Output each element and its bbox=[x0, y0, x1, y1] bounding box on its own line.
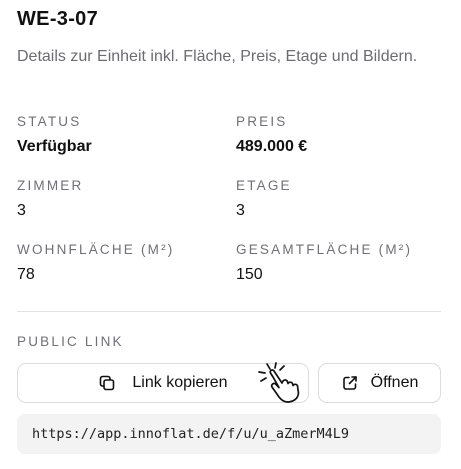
floor-value: 3 bbox=[236, 202, 245, 219]
section-divider bbox=[17, 311, 441, 312]
rooms-field: ZIMMER 3 bbox=[17, 178, 83, 220]
living-area-value: 78 bbox=[17, 266, 35, 283]
floor-field: ETAGE 3 bbox=[236, 178, 292, 220]
living-area-field: WOHNFLÄCHE (M²) 78 bbox=[17, 242, 175, 284]
unit-description: Details zur Einheit inkl. Fläche, Preis,… bbox=[17, 48, 418, 65]
unit-details-panel: WE-3-07 Details zur Einheit inkl. Fläche… bbox=[0, 0, 461, 469]
total-area-value: 150 bbox=[236, 266, 263, 283]
status-field: STATUS Verfügbar bbox=[17, 114, 92, 156]
open-link-button[interactable]: Öffnen bbox=[318, 363, 441, 403]
public-url-field[interactable]: https://app.innoflat.de/f/u/u_aZmerM4L9 bbox=[17, 414, 441, 454]
status-label: STATUS bbox=[17, 114, 82, 129]
total-area-label: GESAMTFLÄCHE (M²) bbox=[236, 242, 413, 257]
public-url-text: https://app.innoflat.de/f/u/u_aZmerM4L9 bbox=[32, 426, 349, 442]
copy-link-label: Link kopieren bbox=[132, 374, 228, 391]
unit-title: WE-3-07 bbox=[17, 8, 99, 30]
open-link-label: Öffnen bbox=[370, 374, 419, 391]
price-value: 489.000 € bbox=[236, 138, 308, 155]
price-label: PREIS bbox=[236, 114, 288, 129]
hand-pointer-click-icon bbox=[256, 360, 302, 404]
status-value: Verfügbar bbox=[17, 138, 92, 155]
public-link-label: PUBLIC LINK bbox=[17, 334, 124, 349]
rooms-label: ZIMMER bbox=[17, 178, 84, 193]
rooms-value: 3 bbox=[17, 202, 26, 219]
floor-label: ETAGE bbox=[236, 178, 292, 193]
copy-icon bbox=[98, 374, 116, 392]
living-area-label: WOHNFLÄCHE (M²) bbox=[17, 242, 175, 257]
price-field: PREIS 489.000 € bbox=[236, 114, 307, 156]
external-link-icon bbox=[341, 374, 359, 392]
total-area-field: GESAMTFLÄCHE (M²) 150 bbox=[236, 242, 412, 284]
